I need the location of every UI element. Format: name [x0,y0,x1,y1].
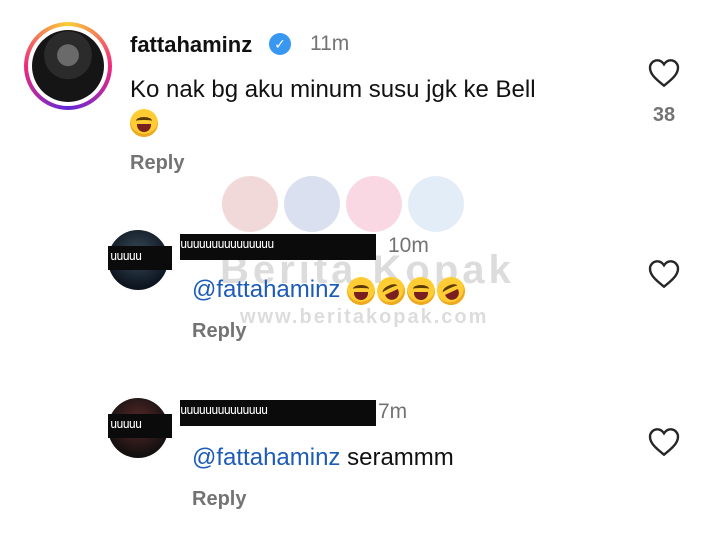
mention-link[interactable]: @fattahaminz [192,444,340,471]
avatar-redaction: uuuuu [108,414,172,438]
comment-body: serammm [347,444,454,471]
heart-icon[interactable] [648,427,680,457]
comment-time: 7m [378,400,408,423]
comment-text: @fattahaminz serammm [192,442,454,474]
reply-button[interactable]: Reply [192,488,246,511]
comment-reply-2: uuuuu uuuuuuuuuuuuuu 7m @fattahaminz ser… [0,0,720,530]
username-redaction[interactable]: uuuuuuuuuuuuuu [180,400,376,426]
